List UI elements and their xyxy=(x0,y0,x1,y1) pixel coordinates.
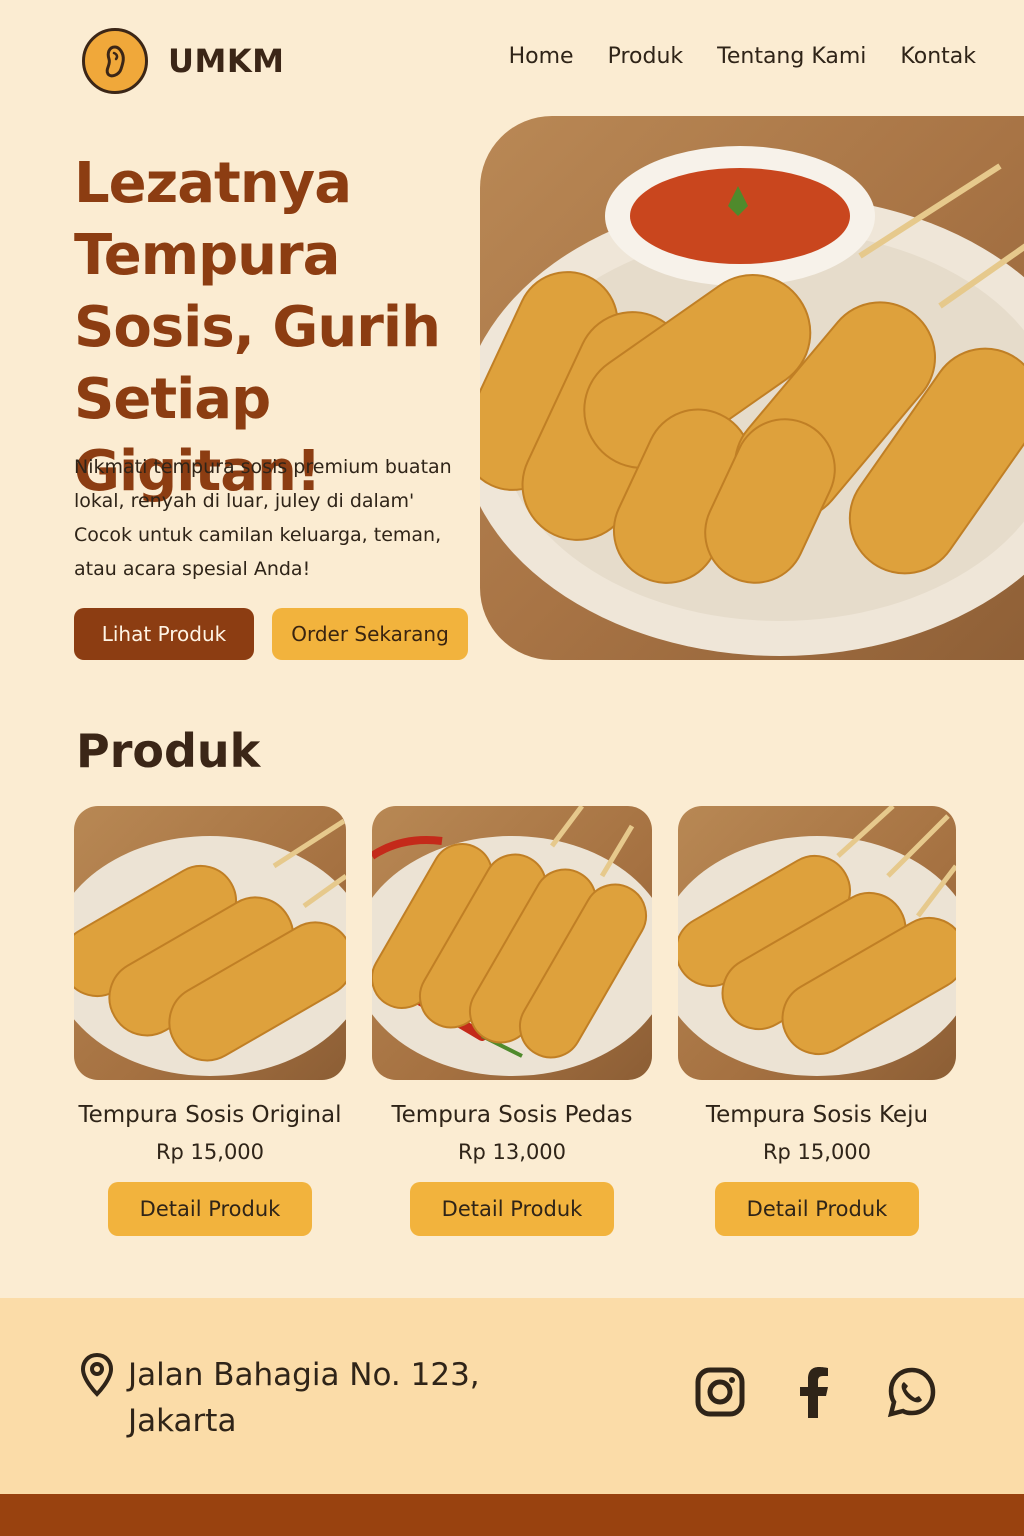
product-name: Tempura Sosis Keju xyxy=(705,1102,929,1128)
hero-image xyxy=(480,116,1024,660)
address-text: Jalan Bahagia No. 123, Jakarta xyxy=(128,1357,480,1439)
detail-produk-button[interactable]: Detail Produk xyxy=(715,1182,919,1236)
product-image xyxy=(74,806,346,1080)
order-sekarang-button[interactable]: Order Sekarang xyxy=(272,608,468,660)
detail-produk-button[interactable]: Detail Produk xyxy=(410,1182,614,1236)
product-price: Rp 15,000 xyxy=(762,1140,872,1164)
product-name: Tempura Sosis Pedas xyxy=(391,1102,633,1128)
products-title: Produk xyxy=(76,724,261,778)
instagram-icon[interactable] xyxy=(694,1366,746,1422)
product-card-keju: Tempura Sosis Keju Rp 15,000 Detail Prod… xyxy=(678,806,956,1236)
main-nav: Home Produk Tentang Kami Kontak xyxy=(509,44,976,69)
nav-kontak[interactable]: Kontak xyxy=(900,44,976,69)
product-price: Rp 13,000 xyxy=(457,1140,567,1164)
sausage-logo-icon xyxy=(82,28,148,94)
nav-produk[interactable]: Produk xyxy=(608,44,684,69)
product-image xyxy=(678,806,956,1080)
brand-name: UMKM xyxy=(168,42,285,80)
product-price: Rp 15,000 xyxy=(155,1140,265,1164)
product-image xyxy=(372,806,652,1080)
lihat-produk-button[interactable]: Lihat Produk xyxy=(74,608,254,660)
brand-logo[interactable]: UMKM xyxy=(82,28,284,94)
footer-bar xyxy=(0,1494,1024,1536)
location-pin-icon xyxy=(80,1352,114,1444)
hero-description: Nikmati tempura sosis premium buatan lok… xyxy=(74,456,452,580)
nav-home[interactable]: Home xyxy=(509,44,574,69)
detail-produk-button[interactable]: Detail Produk xyxy=(108,1182,312,1236)
nav-tentang-kami[interactable]: Tentang Kami xyxy=(717,44,866,69)
facebook-icon[interactable] xyxy=(796,1366,832,1422)
whatsapp-icon[interactable] xyxy=(886,1366,938,1422)
address-block: Jalan Bahagia No. 123, Jakarta xyxy=(80,1352,508,1444)
product-card-original: Tempura Sosis Original Rp 15,000 Detail … xyxy=(74,806,346,1236)
product-name: Tempura Sosis Original xyxy=(78,1102,342,1128)
product-card-pedas: Tempura Sosis Pedas Rp 13,000 Detail Pro… xyxy=(372,806,652,1236)
